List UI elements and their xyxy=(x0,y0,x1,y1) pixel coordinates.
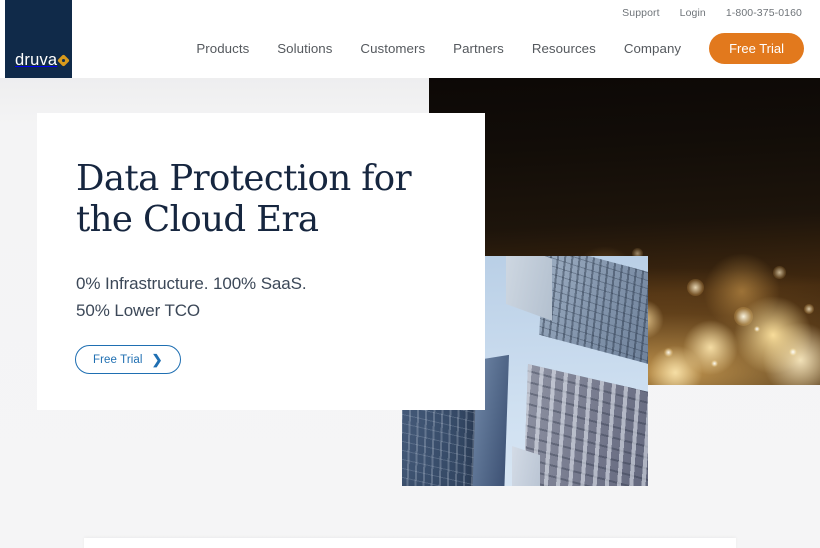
site-logo[interactable]: druva xyxy=(5,0,72,78)
nav-item-partners[interactable]: Partners xyxy=(439,41,518,56)
hero-subheadline: 0% Infrastructure. 100% SaaS. 50% Lower … xyxy=(76,271,456,324)
hero-card: Data Protection for the Cloud Era 0% Inf… xyxy=(37,113,485,410)
nav-item-products[interactable]: Products xyxy=(182,41,263,56)
subheadline-line-1: 0% Infrastructure. 100% SaaS. xyxy=(76,274,307,293)
headline-line-2: the Cloud Era xyxy=(76,199,319,240)
nav-item-solutions[interactable]: Solutions xyxy=(263,41,346,56)
nav-item-resources[interactable]: Resources xyxy=(518,41,610,56)
header-free-trial-button[interactable]: Free Trial xyxy=(709,33,804,64)
subheadline-line-2: 50% Lower TCO xyxy=(76,300,201,320)
main-nav: Products Solutions Customers Partners Re… xyxy=(182,33,804,64)
contact-phone-number[interactable]: 1-800-375-0160 xyxy=(726,7,802,19)
utility-link-support[interactable]: Support xyxy=(622,7,659,19)
page-title: Data Protection for the Cloud Era xyxy=(76,158,456,240)
hero-free-trial-label: Free Trial xyxy=(93,353,143,366)
utility-link-login[interactable]: Login xyxy=(680,7,706,19)
headline-line-1: Data Protection for xyxy=(76,158,412,199)
hero-free-trial-button[interactable]: Free Trial ❯ xyxy=(75,345,181,374)
utility-nav: Support Login 1-800-375-0160 xyxy=(622,7,802,19)
page-root: Data Protection for the Cloud Era 0% Inf… xyxy=(0,0,820,548)
site-header: druva Support Login 1-800-375-0160 Produ… xyxy=(0,0,820,78)
logo-wordmark: druva xyxy=(15,50,58,69)
nav-item-customers[interactable]: Customers xyxy=(346,41,439,56)
lower-content-panel xyxy=(84,538,736,548)
nav-item-company[interactable]: Company xyxy=(610,41,695,56)
diamond-icon xyxy=(57,54,70,67)
chevron-right-icon: ❯ xyxy=(151,352,163,367)
